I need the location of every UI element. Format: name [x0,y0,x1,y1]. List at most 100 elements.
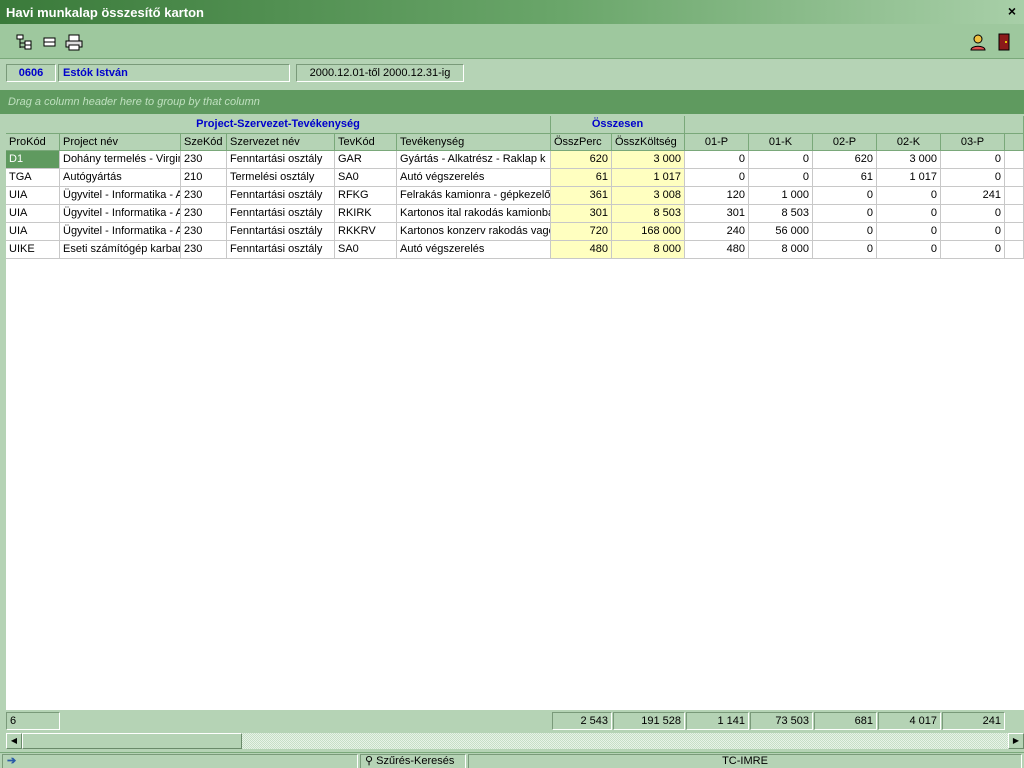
cell-k01[interactable]: 56 000 [749,223,813,241]
cell-szervezetnev[interactable]: Fenntartási osztály [227,241,335,259]
cell-k02[interactable]: 1 017 [877,169,941,187]
cell-tevkod[interactable]: GAR [335,151,397,169]
cell-tevekenyseg[interactable]: Kartonos ital rakodás kamionba [397,205,551,223]
column-header-prokod[interactable]: ProKód [6,134,60,151]
cell-tevkod[interactable]: SA0 [335,169,397,187]
column-header-01p[interactable]: 01-P [685,134,749,151]
cell-szekod[interactable]: 230 [181,241,227,259]
cell-p03[interactable]: 0 [941,151,1005,169]
cell-projectnev[interactable]: Ügyvitel - Informatika - A [60,187,181,205]
cell-szekod[interactable]: 210 [181,169,227,187]
column-header-tevkod[interactable]: TevKód [335,134,397,151]
cell-p03[interactable]: 0 [941,205,1005,223]
column-header-02k[interactable]: 02-K [877,134,941,151]
cell-prokod[interactable]: UIA [6,223,60,241]
cell-more[interactable] [1005,169,1024,187]
column-header-osszperc[interactable]: ÖsszPerc [551,134,612,151]
tree-icon[interactable] [14,32,34,52]
cell-osszkoltseg[interactable]: 1 017 [612,169,685,187]
cell-prokod[interactable]: D1 [6,151,60,169]
group-by-panel[interactable]: Drag a column header here to group by th… [0,90,1024,114]
cell-k01[interactable]: 0 [749,151,813,169]
cell-osszperc[interactable]: 720 [551,223,612,241]
cell-osszkoltseg[interactable]: 3 000 [612,151,685,169]
column-header-01k[interactable]: 01-K [749,134,813,151]
cell-tevkod[interactable]: RFKG [335,187,397,205]
column-header-more[interactable] [1005,134,1024,151]
scroll-left-icon[interactable]: ◀ [6,733,22,749]
cell-k02[interactable]: 0 [877,187,941,205]
cell-tevkod[interactable]: RKKRV [335,223,397,241]
cell-projectnev[interactable]: Autógyártás [60,169,181,187]
cell-tevekenyseg[interactable]: Gyártás - Alkatrész - Raklap k [397,151,551,169]
cell-szekod[interactable]: 230 [181,205,227,223]
cell-tevkod[interactable]: RKIRK [335,205,397,223]
column-header-03p[interactable]: 03-P [941,134,1005,151]
cell-tevekenyseg[interactable]: Kartonos konzerv rakodás vagon [397,223,551,241]
cell-p03[interactable]: 0 [941,241,1005,259]
cell-p02[interactable]: 0 [813,205,877,223]
cell-k02[interactable]: 0 [877,223,941,241]
cell-p01[interactable]: 240 [685,223,749,241]
cell-osszkoltseg[interactable]: 168 000 [612,223,685,241]
cell-szervezetnev[interactable]: Fenntartási osztály [227,223,335,241]
table-row[interactable]: D1 Dohány termelés - Virginia 230 Fenntartá… [6,151,1024,169]
cell-k01[interactable]: 1 000 [749,187,813,205]
cell-p02[interactable]: 0 [813,241,877,259]
cell-more[interactable] [1005,241,1024,259]
cell-szervezetnev[interactable]: Fenntartási osztály [227,151,335,169]
cell-k01[interactable]: 8 503 [749,205,813,223]
print-icon[interactable] [64,32,84,52]
column-header-tevekenyseg[interactable]: Tevékenység [397,134,551,151]
cell-p01[interactable]: 301 [685,205,749,223]
horizontal-scrollbar[interactable]: ◀ ▶ [6,733,1024,749]
column-header-osszkoltseg[interactable]: ÖsszKöltség [612,134,685,151]
table-row[interactable]: UIA Ügyvitel - Informatika - A 230 Fenntart… [6,223,1024,241]
table-row[interactable]: UIA Ügyvitel - Informatika - A 230 Fenntart… [6,205,1024,223]
cell-more[interactable] [1005,223,1024,241]
collapse-icon[interactable] [40,32,60,52]
cell-projectnev[interactable]: Dohány termelés - Virginia [60,151,181,169]
cell-osszperc[interactable]: 620 [551,151,612,169]
close-button[interactable]: × [1004,3,1020,19]
cell-osszperc[interactable]: 301 [551,205,612,223]
cell-p02[interactable]: 0 [813,187,877,205]
table-row[interactable]: UIKEEseti számítógép karbantartás230Fenn… [6,241,1024,259]
cell-k02[interactable]: 3 000 [877,151,941,169]
cell-p03[interactable]: 0 [941,223,1005,241]
cell-more[interactable] [1005,205,1024,223]
table-row[interactable]: UIA Ügyvitel - Informatika - A 230 Fenntart… [6,187,1024,205]
cell-osszperc[interactable]: 361 [551,187,612,205]
column-header-szervezetnev[interactable]: Szervezet név [227,134,335,151]
cell-p01[interactable]: 480 [685,241,749,259]
cell-szekod[interactable]: 230 [181,223,227,241]
table-row[interactable]: TGA Autógyártás 210 Termelési osztály SA0 Aut… [6,169,1024,187]
cell-k02[interactable]: 0 [877,205,941,223]
cell-osszkoltseg[interactable]: 8 000 [612,241,685,259]
cell-prokod[interactable]: UIA [6,187,60,205]
cell-prokod[interactable]: TGA [6,169,60,187]
cell-k01[interactable]: 8 000 [749,241,813,259]
cell-tevekenyseg[interactable]: Autó végszerelés [397,169,551,187]
cell-p02[interactable]: 620 [813,151,877,169]
cell-szervezetnev[interactable]: Fenntartási osztály [227,187,335,205]
column-header-02p[interactable]: 02-P [813,134,877,151]
cell-p02[interactable]: 61 [813,169,877,187]
cell-szekod[interactable]: 230 [181,187,227,205]
cell-szekod[interactable]: 230 [181,151,227,169]
cell-projectnev[interactable]: Eseti számítógép karbantartás [60,241,181,259]
cell-osszperc[interactable]: 480 [551,241,612,259]
cell-p01[interactable]: 0 [685,151,749,169]
cell-more[interactable] [1005,187,1024,205]
cell-k01[interactable]: 0 [749,169,813,187]
scroll-right-icon[interactable]: ▶ [1008,733,1024,749]
cell-tevekenyseg[interactable]: Felrakás kamionra - gépkezelő [397,187,551,205]
cell-prokod[interactable]: UIA [6,205,60,223]
cell-projectnev[interactable]: Ügyvitel - Informatika - A [60,205,181,223]
cell-p03[interactable]: 241 [941,187,1005,205]
cell-osszkoltseg[interactable]: 3 008 [612,187,685,205]
cell-szervezetnev[interactable]: Termelési osztály [227,169,335,187]
cell-k02[interactable]: 0 [877,241,941,259]
users-icon[interactable] [968,32,988,52]
cell-p01[interactable]: 0 [685,169,749,187]
